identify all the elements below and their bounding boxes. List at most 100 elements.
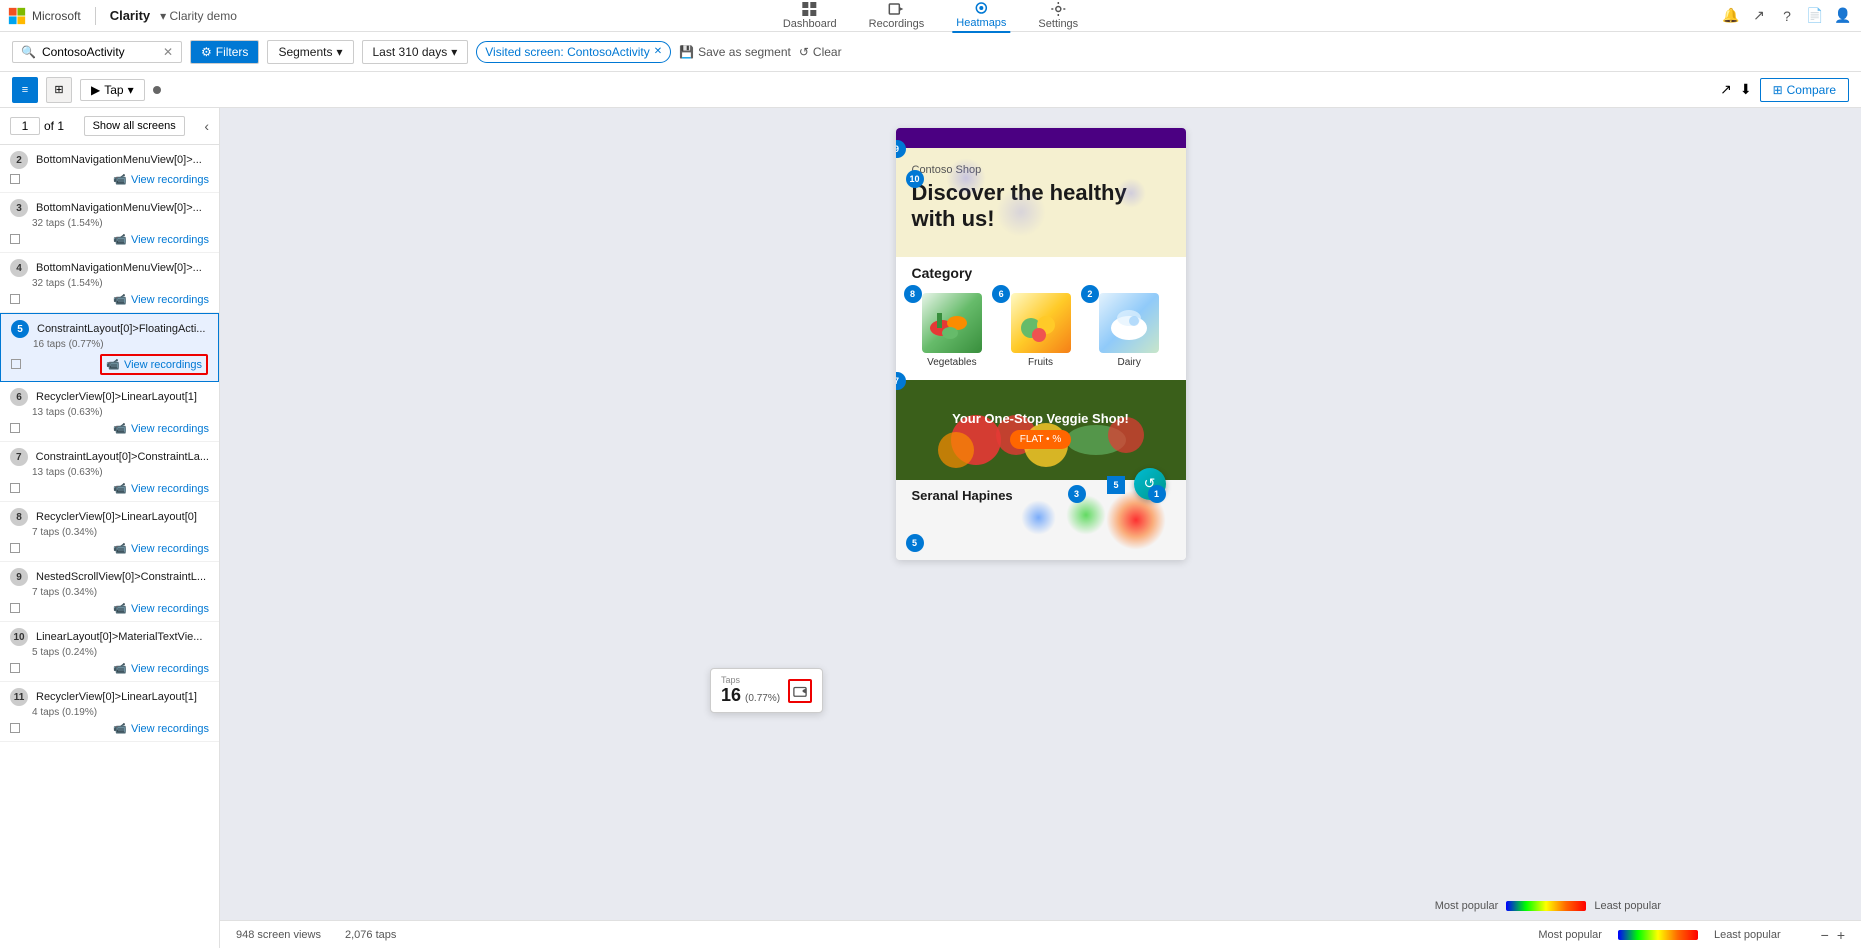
heatmap-badge-1: 1	[1148, 485, 1166, 503]
dashboard-icon	[802, 1, 818, 17]
tooltip-count: 16	[721, 685, 741, 706]
microsoft-logo	[8, 7, 26, 25]
view-recordings-link[interactable]: 📹 View recordings	[113, 722, 209, 735]
filters-button[interactable]: ⚙ Filters	[190, 40, 259, 64]
view-recordings-link[interactable]: 📹 View recordings	[113, 422, 209, 435]
heatmap-preview: Contoso Shop Discover the healthy with u…	[896, 128, 1186, 560]
account-icon[interactable]: 👤	[1833, 6, 1853, 26]
item-taps: 7 taps (0.34%)	[32, 587, 97, 598]
clear-button[interactable]: ↺ Clear	[799, 45, 842, 59]
demo-label[interactable]: ▾ Clarity demo	[160, 9, 237, 23]
segments-button[interactable]: Segments ▾	[267, 40, 353, 64]
collapse-panel-button[interactable]: ‹	[204, 118, 209, 134]
zoom-in-icon[interactable]: +	[1837, 927, 1845, 943]
video-icon: 📹	[113, 482, 127, 495]
search-value: ContosoActivity	[42, 45, 125, 59]
recordings-icon	[888, 1, 904, 17]
heatmap-badge-3: 3	[1068, 485, 1086, 503]
heatmap-badge-5: 5	[1107, 476, 1125, 494]
save-segment-button[interactable]: 💾 Save as segment	[679, 45, 791, 59]
tap-tooltip: Taps 16 (0.77%)	[710, 668, 823, 713]
heatmap-legend: Most popular Least popular	[1435, 900, 1661, 912]
item-taps: 4 taps (0.19%)	[32, 707, 97, 718]
item-number: 6	[10, 388, 28, 406]
banner-section: 7 Your One-Stop Veggie Shop! FLA	[896, 380, 1186, 480]
app-purple-bar	[896, 128, 1186, 148]
list-item[interactable]: 11 RecyclerView[0]>LinearLayout[1] 4 tap…	[0, 682, 219, 742]
video-icon: 📹	[113, 422, 127, 435]
chip-close-icon[interactable]: ✕	[654, 46, 662, 57]
nav-recordings[interactable]: Recordings	[865, 0, 929, 32]
list-item[interactable]: 4 BottomNavigationMenuView[0]>... 32 tap…	[0, 253, 219, 313]
banner-title: Your One-Stop Veggie Shop!	[952, 411, 1129, 426]
view-recordings-highlighted-link[interactable]: 📹 View recordings	[100, 354, 208, 375]
item-number: 11	[10, 688, 28, 706]
page-input[interactable]	[10, 117, 40, 135]
share-toolbar-icon[interactable]: ↗	[1720, 81, 1732, 98]
clear-search-icon[interactable]: ✕	[163, 45, 173, 59]
video-icon: 📹	[113, 602, 127, 615]
item-icon	[10, 663, 20, 673]
nav-settings[interactable]: Settings	[1034, 0, 1082, 32]
compare-icon: ⊞	[1773, 83, 1783, 97]
item-icon	[10, 294, 20, 304]
view-recordings-link[interactable]: 📹 View recordings	[113, 482, 209, 495]
notification-icon[interactable]: 🔔	[1721, 6, 1741, 26]
list-item[interactable]: 10 LinearLayout[0]>MaterialTextVie... 5 …	[0, 622, 219, 682]
legend-area: Most popular Least popular	[1538, 929, 1780, 941]
list-item[interactable]: 7 ConstraintLayout[0]>ConstraintLa... 13…	[0, 442, 219, 502]
date-filter-button[interactable]: Last 310 days ▾	[362, 40, 469, 64]
visited-screen-chip[interactable]: Visited screen: ContosoActivity ✕	[476, 41, 671, 63]
list-view-button[interactable]: ≡	[12, 77, 38, 103]
list-item[interactable]: 6 RecyclerView[0]>LinearLayout[1] 13 tap…	[0, 382, 219, 442]
top-navigation: Dashboard Recordings Heatmaps Settings	[779, 0, 1082, 33]
date-chevron: ▾	[451, 45, 457, 59]
list-item[interactable]: 8 RecyclerView[0]>LinearLayout[0] 7 taps…	[0, 502, 219, 562]
view-recordings-link[interactable]: 📹 View recordings	[113, 542, 209, 555]
fruit-svg	[1011, 293, 1071, 353]
vegetables-label: Vegetables	[927, 357, 977, 368]
view-recordings-link[interactable]: 📹 View recordings	[113, 293, 209, 306]
item-title: LinearLayout[0]>MaterialTextVie...	[36, 631, 202, 643]
view-recordings-link[interactable]: 📹 View recordings	[113, 233, 209, 246]
veg-svg	[922, 293, 982, 353]
video-icon: 📹	[113, 722, 127, 735]
search-box[interactable]: 🔍 ContosoActivity ✕	[12, 41, 182, 63]
item-number: 10	[10, 628, 28, 646]
item-taps: 7 taps (0.34%)	[32, 527, 97, 538]
video-icon: 📹	[113, 293, 127, 306]
grid-view-button[interactable]: ⊞	[46, 77, 72, 103]
view-recordings-link[interactable]: 📹 View recordings	[113, 173, 209, 186]
view-recordings-link[interactable]: 📹 View recordings	[113, 662, 209, 675]
list-item[interactable]: 9 NestedScrollView[0]>ConstraintL... 7 t…	[0, 562, 219, 622]
item-title: BottomNavigationMenuView[0]>...	[36, 154, 202, 166]
dairy-label: Dairy	[1118, 357, 1141, 368]
show-all-screens-button[interactable]: Show all screens	[84, 116, 185, 136]
nav-dashboard[interactable]: Dashboard	[779, 0, 841, 32]
list-item-selected[interactable]: 5 ConstraintLayout[0]>FloatingActi... 16…	[0, 313, 219, 382]
item-icon	[11, 359, 21, 369]
flat-button[interactable]: FLAT • %	[1010, 430, 1071, 449]
help-icon[interactable]: ?	[1777, 6, 1797, 26]
page-navigation: of 1	[10, 117, 64, 135]
share-icon[interactable]: ↗	[1749, 6, 1769, 26]
item-taps: 32 taps (1.54%)	[32, 278, 103, 289]
main-content: of 1 Show all screens ‹ 2 BottomNavigati…	[0, 108, 1861, 948]
item-number: 3	[10, 199, 28, 217]
heatmap-view: Contoso Shop Discover the healthy with u…	[220, 108, 1861, 948]
item-taps: 5 taps (0.24%)	[32, 647, 97, 658]
tap-button[interactable]: ▶ Tap ▾	[80, 79, 145, 101]
list-item[interactable]: 2 BottomNavigationMenuView[0]>... 📹 View…	[0, 145, 219, 193]
compare-button[interactable]: ⊞ Compare	[1760, 78, 1849, 102]
view-recordings-link[interactable]: 📹 View recordings	[113, 602, 209, 615]
video-icon: 📹	[113, 233, 127, 246]
zoom-out-icon[interactable]: −	[1821, 927, 1829, 943]
topbar: Microsoft Clarity ▾ Clarity demo Dashboa…	[0, 0, 1861, 32]
screen-list: 2 BottomNavigationMenuView[0]>... 📹 View…	[0, 145, 219, 948]
download-toolbar-icon[interactable]: ⬇	[1740, 81, 1752, 98]
tooltip-taps-label: Taps	[721, 675, 780, 685]
nav-heatmaps[interactable]: Heatmaps	[952, 0, 1010, 33]
list-item[interactable]: 3 BottomNavigationMenuView[0]>... 32 tap…	[0, 193, 219, 253]
tooltip-camera-button[interactable]	[788, 679, 812, 703]
document-icon[interactable]: 📄	[1805, 6, 1825, 26]
